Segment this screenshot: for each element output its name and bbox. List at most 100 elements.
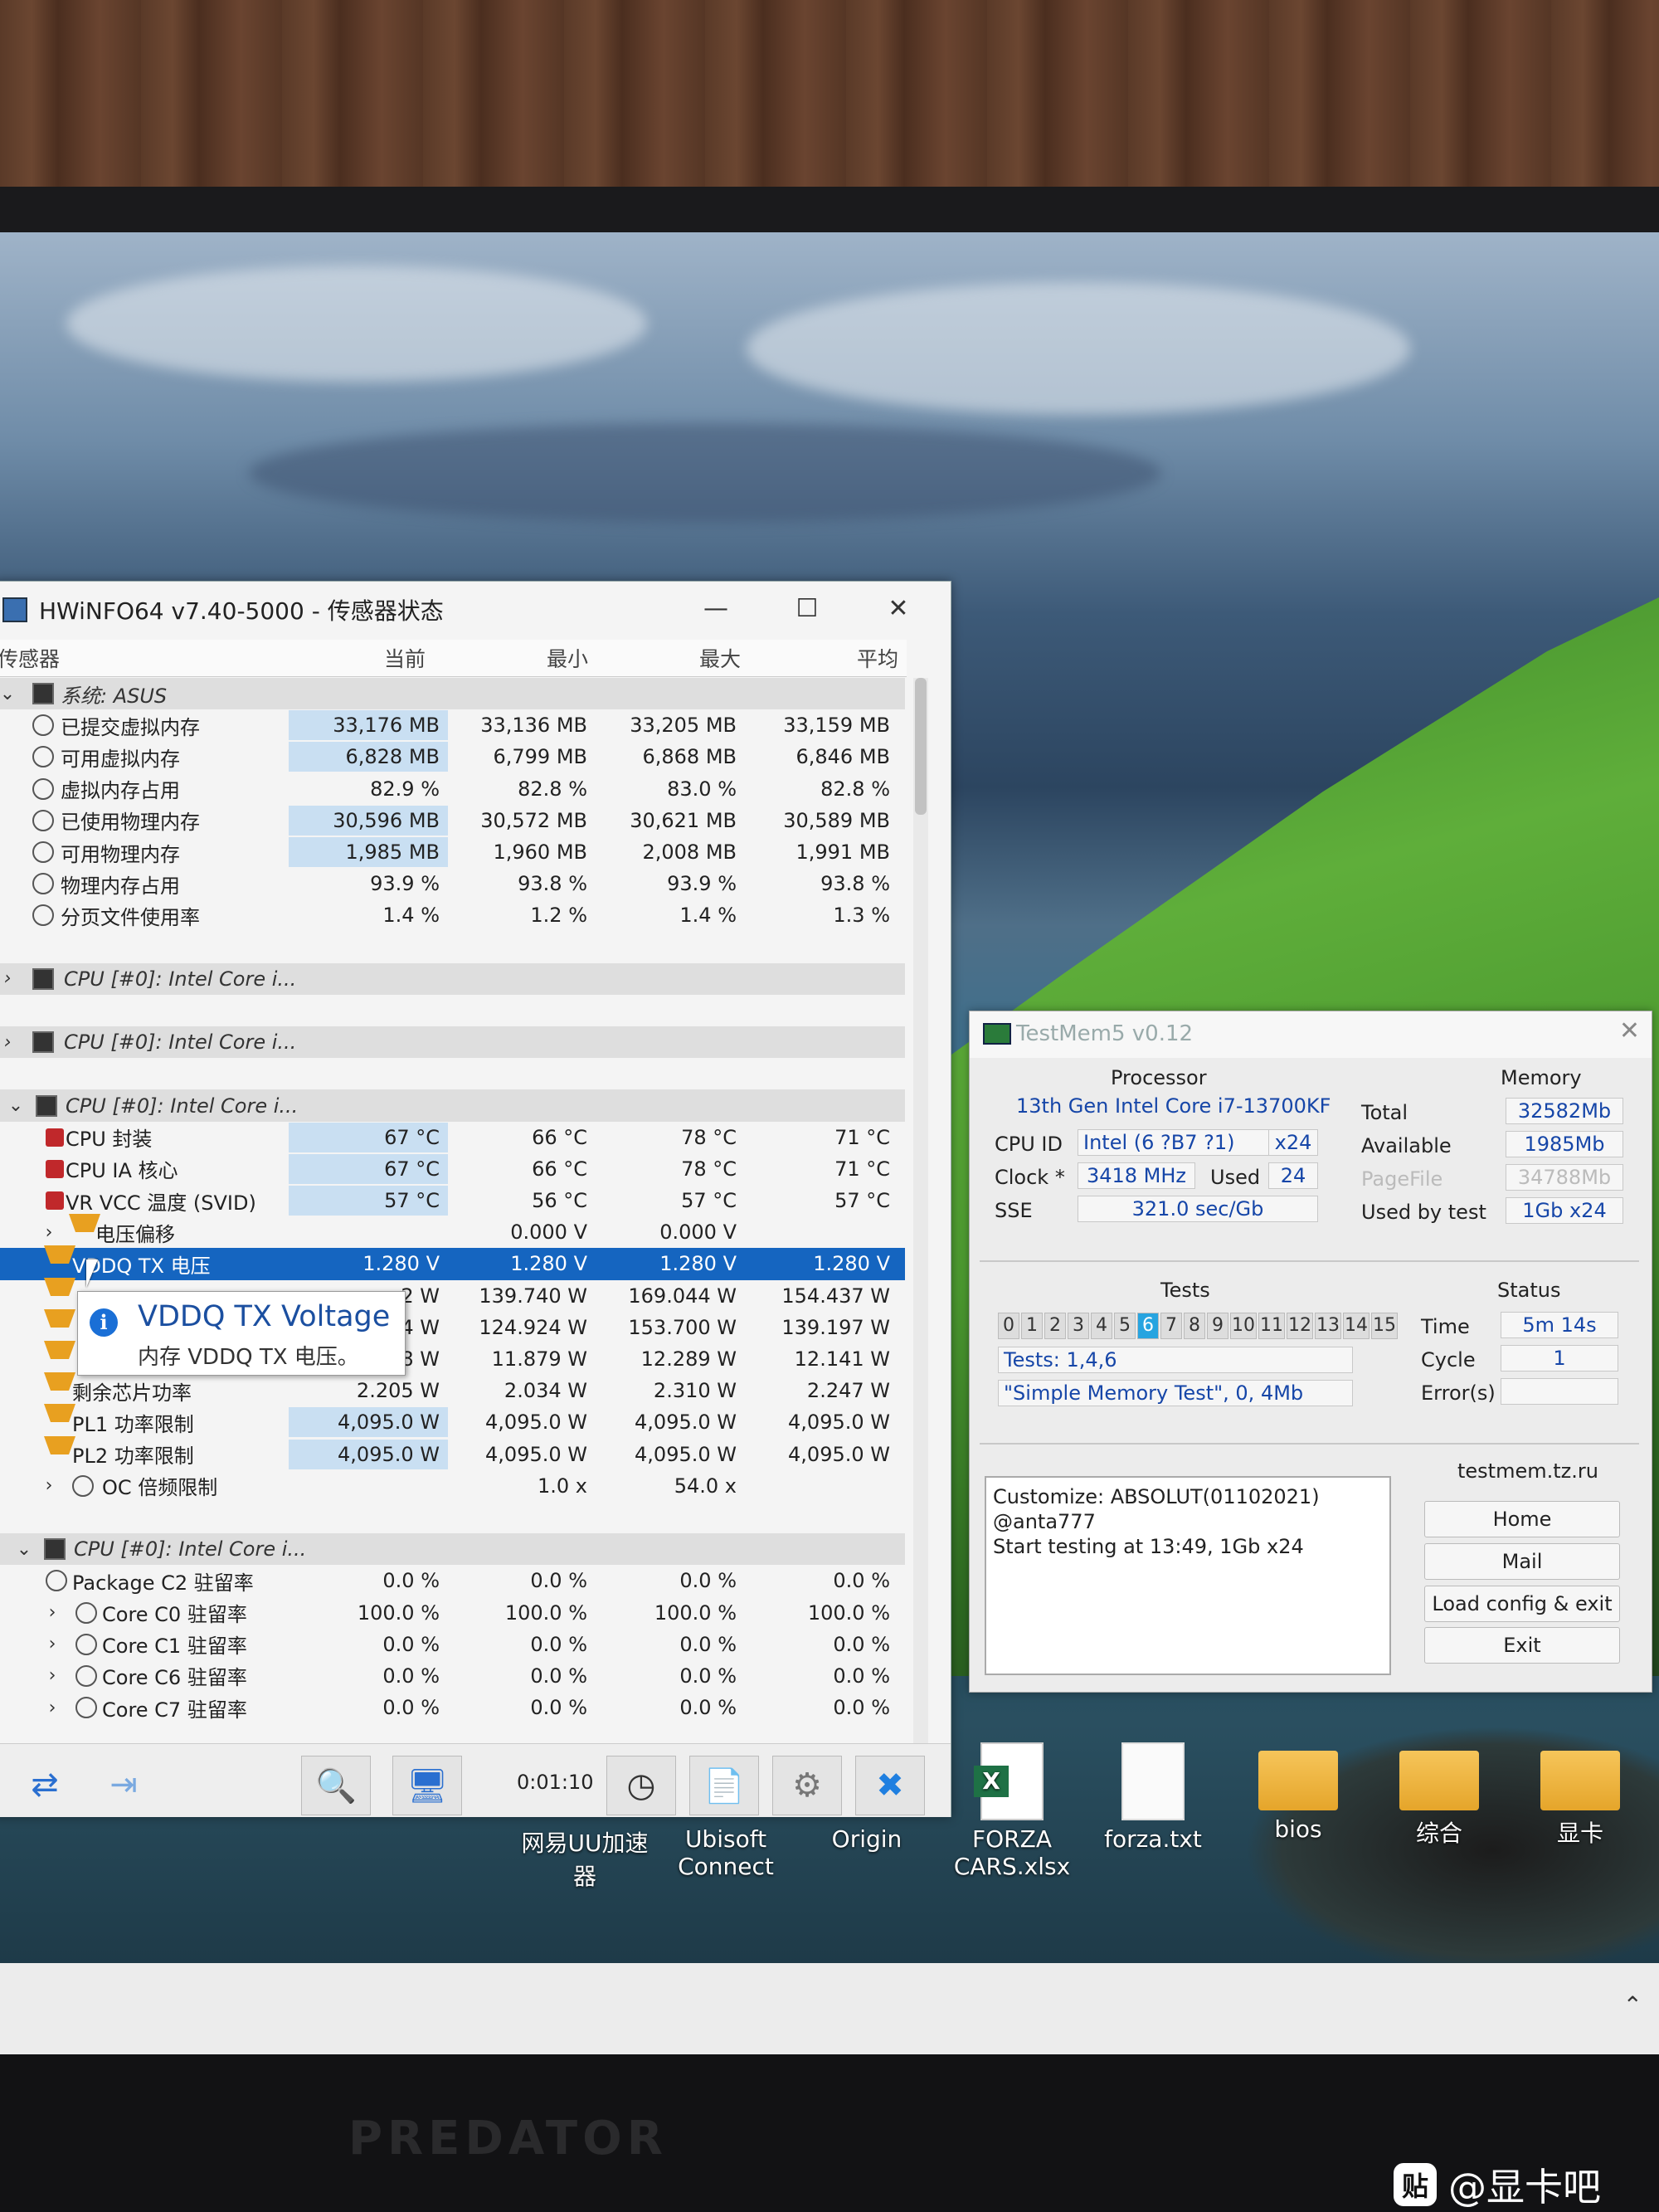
expand-icon[interactable]: › <box>39 1222 59 1243</box>
sensor-row[interactable]: › 电压偏移 0.000 V 0.000 V <box>0 1214 905 1248</box>
collapse-icon[interactable]: ⌄ <box>6 1095 26 1116</box>
close-button[interactable]: ✕ <box>1619 1016 1640 1045</box>
sensor-row[interactable]: PL1 功率限制 4,095.0 W 4,095.0 W 4,095.0 W 4,095… <box>0 1404 905 1438</box>
testmem-window[interactable]: TestMem5 v0.12 ✕ Processor 13th Gen Inte… <box>969 1011 1652 1693</box>
sensor-row[interactable]: 已使用物理内存 30,596 MB 30,572 MB 30,621 MB 30,589… <box>0 805 905 836</box>
folder-icon <box>1399 1751 1479 1810</box>
value-min: 1.0 x <box>538 1474 587 1498</box>
value-current: 0.0 % <box>382 1696 440 1720</box>
sensor-row[interactable]: Package C2 驻留率 0.0 % 0.0 % 0.0 % 0.0 % <box>0 1565 905 1596</box>
folder-label: bios <box>1274 1815 1322 1843</box>
desktop-icon-excel[interactable]: X FORZA CARS.xlsx <box>946 1742 1078 1880</box>
close-sensors-icon[interactable]: ✖ <box>855 1756 925 1815</box>
maximize-button[interactable]: ☐ <box>778 590 836 628</box>
value-min: 66 °C <box>532 1125 587 1149</box>
sensor-row[interactable]: › Core C1 驻留率 0.0 % 0.0 % 0.0 % 0.0 % <box>0 1629 905 1660</box>
mail-button[interactable]: Mail <box>1424 1543 1620 1580</box>
sensor-row[interactable]: CPU IA 核心 67 °C 66 °C 78 °C 71 °C <box>0 1153 905 1185</box>
value-avg: 2.247 W <box>806 1379 890 1403</box>
network-icon[interactable]: 🖥 <box>392 1756 462 1815</box>
close-button[interactable]: ✕ <box>869 590 927 628</box>
sensor-row[interactable]: › Core C7 驻留率 0.0 % 0.0 % 0.0 % 0.0 % <box>0 1692 905 1723</box>
column-min[interactable]: 最小 <box>547 643 588 673</box>
expand-icon[interactable]: › <box>42 1634 62 1654</box>
value-avg: 33,159 MB <box>783 714 890 738</box>
desktop-icon-bios[interactable]: bios <box>1244 1751 1352 1843</box>
sensor-row[interactable]: PL2 功率限制 4,095.0 W 4,095.0 W 4,095.0 W 4,095… <box>0 1435 905 1470</box>
scrollbar-thumb[interactable] <box>915 678 927 815</box>
log-textbox[interactable]: Customize: ABSOLUT(01102021) @anta777 St… <box>985 1476 1391 1675</box>
sensor-search-icon[interactable]: 🔍 <box>301 1756 371 1815</box>
sensor-list[interactable]: ⌄ 系统: ASUS 已提交虚拟内存 33,176 MB 33,136 MB 33,2… <box>0 678 905 1756</box>
expand-icon[interactable]: › <box>42 1698 62 1718</box>
navigate-arrows-icon[interactable]: ⇄ <box>11 1756 79 1814</box>
taskbar[interactable] <box>0 1963 1659 2054</box>
load-config-exit-button[interactable]: Load config & exit <box>1424 1586 1620 1622</box>
chip-icon <box>32 967 54 990</box>
column-current[interactable]: 当前 <box>384 643 426 673</box>
gauge-icon <box>75 1697 97 1719</box>
info-icon: i <box>90 1308 118 1337</box>
monitor-brand-logo: PREDATOR <box>348 2112 668 2166</box>
sensor-row[interactable]: › Core C6 驻留率 0.0 % 0.0 % 0.0 % 0.0 % <box>0 1660 905 1692</box>
expand-icon[interactable]: › <box>39 1475 59 1496</box>
collapse-icon[interactable]: ⌄ <box>14 1539 34 1560</box>
sensor-row[interactable]: 剩余芯片功率 2.205 W 2.034 W 2.310 W 2.247 W <box>0 1372 905 1406</box>
desktop-icon-ubisoft[interactable]: Ubisoft Connect <box>664 1825 788 1880</box>
clock-field: 3418 MHz <box>1078 1162 1195 1189</box>
hwinfo-window[interactable]: HWiNFO64 v7.40-5000 - 传感器状态 — ☐ ✕ 传感器 当前… <box>0 581 951 1817</box>
sensor-row[interactable]: 分页文件使用率 1.4 % 1.2 % 1.4 % 1.3 % <box>0 899 905 931</box>
tooltip-description: 内存 VDDQ TX 电压。 <box>138 1345 359 1370</box>
vertical-scrollbar[interactable] <box>913 678 928 1756</box>
desktop-icon-zonghe[interactable]: 综合 <box>1385 1751 1493 1849</box>
folder-icon <box>1540 1751 1620 1810</box>
expand-icon[interactable]: › <box>42 1665 62 1686</box>
group-label: 系统: ASUS <box>61 684 168 708</box>
divider <box>980 1443 1639 1445</box>
settings-gear-icon[interactable]: ⚙ <box>772 1756 842 1815</box>
add-report-icon[interactable]: 📄 <box>689 1756 759 1815</box>
sensor-group-system[interactable]: ⌄ 系统: ASUS <box>0 678 905 710</box>
sensor-row[interactable]: 可用虚拟内存 6,828 MB 6,799 MB 6,868 MB 6,846 MB <box>0 741 905 772</box>
column-avg[interactable]: 平均 <box>857 643 898 673</box>
sensor-group-cpu[interactable]: › CPU [#0]: Intel Core i... <box>0 1026 905 1059</box>
thermometer-icon <box>46 1159 64 1178</box>
hwinfo-titlebar[interactable]: HWiNFO64 v7.40-5000 - 传感器状态 — ☐ ✕ <box>0 582 951 638</box>
sensor-row[interactable]: 已提交虚拟内存 33,176 MB 33,136 MB 33,205 MB 33,159… <box>0 709 905 741</box>
sensor-row[interactable]: › Core C0 驻留率 100.0 % 100.0 % 100.0 % 100.0 % <box>0 1596 905 1628</box>
collapse-icon[interactable]: ⌄ <box>0 684 17 704</box>
sensor-group-cpu[interactable]: › CPU [#0]: Intel Core i... <box>0 962 905 995</box>
desktop-icon-xianka[interactable]: 显卡 <box>1526 1751 1634 1849</box>
sensor-name: CPU IA 核心 <box>66 1159 178 1183</box>
value-avg: 93.8 % <box>820 872 890 896</box>
desktop-icon-forza-txt[interactable]: forza.txt <box>1095 1742 1211 1853</box>
column-max[interactable]: 最大 <box>699 643 741 673</box>
sensor-row[interactable]: 可用物理内存 1,985 MB 1,960 MB 2,008 MB 1,991 MB <box>0 836 905 868</box>
testmem-titlebar[interactable]: TestMem5 v0.12 ✕ <box>970 1011 1652 1058</box>
tests-heading: Tests <box>1160 1279 1210 1302</box>
home-button[interactable]: Home <box>1424 1501 1620 1537</box>
desktop-icon-uu[interactable]: 网易UU加速器 <box>518 1825 651 1892</box>
exit-button[interactable]: Exit <box>1424 1627 1620 1664</box>
sensor-group-cpu[interactable]: ⌄ CPU [#0]: Intel Core i... <box>0 1533 905 1566</box>
processor-name: 13th Gen Intel Core i7-13700KF <box>1016 1094 1331 1118</box>
expand-icon[interactable]: › <box>0 1032 17 1053</box>
expand-icon[interactable]: › <box>0 968 17 989</box>
collapse-arrows-icon[interactable]: ⇥ <box>90 1756 158 1814</box>
show-hidden-icons-chevron-icon[interactable]: ⌃ <box>1623 1991 1642 2019</box>
desktop-icon-origin[interactable]: Origin <box>809 1825 925 1853</box>
sensor-row[interactable]: 虚拟内存占用 82.9 % 82.8 % 83.0 % 82.8 % <box>0 773 905 805</box>
chip-icon <box>36 1094 57 1117</box>
time-label: Time <box>1421 1315 1470 1338</box>
clock-reset-icon[interactable]: ◷ <box>606 1756 676 1815</box>
sensor-row-selected[interactable]: VDDQ TX 电压 1.280 V 1.280 V 1.280 V 1.280 V <box>0 1245 905 1280</box>
value-min: 6,799 MB <box>493 745 587 769</box>
minimize-button[interactable]: — <box>687 590 745 628</box>
sensor-group-cpu[interactable]: ⌄ CPU [#0]: Intel Core i... <box>0 1089 905 1122</box>
sensor-row[interactable]: 物理内存占用 93.9 % 93.8 % 93.9 % 93.8 % <box>0 868 905 899</box>
sensor-row[interactable]: CPU 封装 67 °C 66 °C 78 °C 71 °C <box>0 1122 905 1153</box>
sensor-row[interactable]: VR VCC 温度 (SVID) 57 °C 56 °C 57 °C 57 °C <box>0 1185 905 1216</box>
sensor-row[interactable]: › OC 倍频限制 1.0 x 54.0 x <box>0 1470 905 1502</box>
column-sensor[interactable]: 传感器 <box>0 643 60 673</box>
expand-icon[interactable]: › <box>42 1602 62 1623</box>
